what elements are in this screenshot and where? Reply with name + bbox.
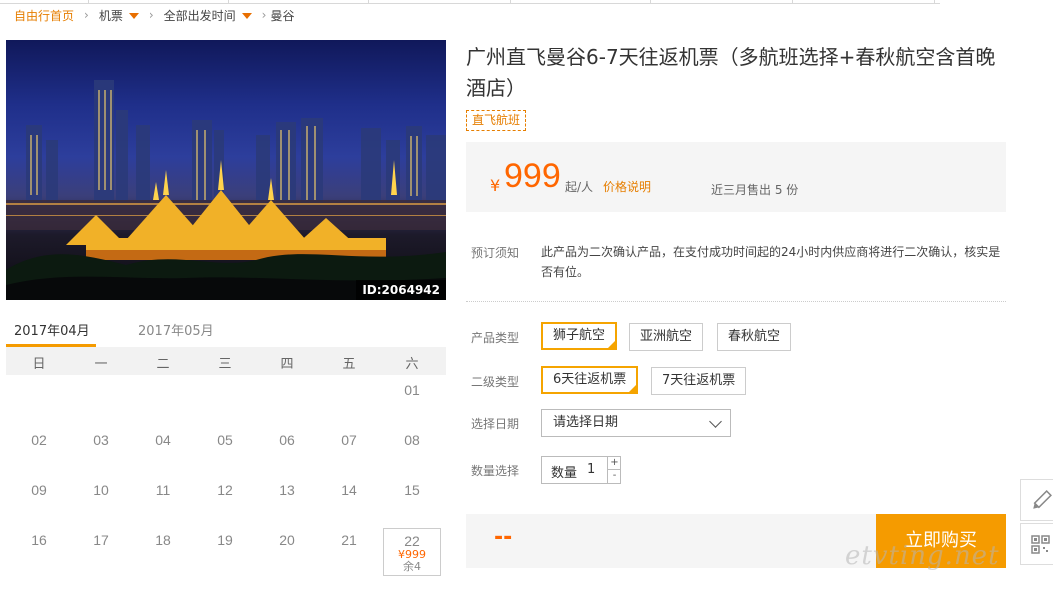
booking-notice-label: 预订须知 — [471, 246, 520, 260]
sales-count: 近三月售出 5 份 — [711, 183, 799, 197]
option-airasia[interactable]: 亚洲航空 — [629, 323, 704, 351]
direct-flight-tag: 直飞航班 — [466, 110, 527, 131]
chevron-right-icon: › — [148, 8, 154, 22]
weekday-thu: 四 — [280, 357, 294, 372]
product-hero-image: ID:2064942 — [6, 40, 446, 300]
calendar-day: 02 — [31, 432, 47, 448]
quantity-increase-button[interactable]: + — [607, 457, 621, 470]
price-box: ¥ 999 起/人 价格说明 近三月售出 5 份 — [466, 142, 1006, 212]
weekday-mon: 一 — [94, 357, 108, 372]
calendar-day: 07 — [341, 432, 357, 448]
breadcrumb: 自由行首页 › 机票 › 全部出发时间 › 曼谷 — [14, 7, 295, 23]
calendar-day: 15 — [404, 482, 420, 498]
breadcrumb-current: 曼谷 — [270, 8, 295, 23]
caret-down-icon[interactable] — [241, 13, 252, 19]
calendar-day: 04 — [155, 432, 171, 448]
breadcrumb-home[interactable]: 自由行首页 — [14, 7, 74, 24]
sub-type-label: 二级类型 — [471, 375, 520, 389]
product-title: 广州直飞曼谷6-7天往返机票（多航班选择+春秋航空含首晚酒店） — [466, 45, 996, 100]
currency-symbol: ¥ — [490, 176, 501, 195]
weekday-sun: 日 — [32, 357, 46, 372]
total-price: -- — [494, 525, 513, 550]
bangkok-night-skyline-image — [6, 80, 446, 300]
edit-icon — [1033, 490, 1052, 509]
quantity-value[interactable]: 1 — [587, 462, 595, 477]
qr-code-button[interactable] — [1020, 523, 1053, 565]
calendar-day-number: 22 — [404, 533, 420, 549]
calendar-day: 18 — [155, 532, 171, 548]
qr-code-icon — [1031, 535, 1050, 554]
calendar-day: 09 — [31, 482, 47, 498]
calendar-day-remaining: 余4 — [403, 560, 421, 573]
chevron-right-icon: › — [261, 8, 267, 22]
watermark: etvting.net — [845, 541, 1000, 571]
weekday-tue: 二 — [156, 357, 170, 372]
calendar-day: 17 — [93, 532, 109, 548]
calendar-day: 21 — [341, 532, 357, 548]
breadcrumb-departure-time[interactable]: 全部出发时间 — [164, 7, 236, 24]
calendar-day: 19 — [217, 532, 233, 548]
top-strip — [0, 0, 940, 4]
calendar-day: 01 — [404, 382, 420, 398]
calendar-day-available[interactable]: 22 ¥999 余4 — [383, 528, 441, 576]
product-type-label: 产品类型 — [471, 331, 520, 345]
price-unit: 起/人 — [565, 180, 594, 194]
calendar-day: 08 — [404, 432, 420, 448]
calendar-day: 03 — [93, 432, 109, 448]
calendar-tab-april[interactable]: 2017年04月 — [14, 320, 90, 339]
calendar-day: 12 — [217, 482, 233, 498]
calendar-day: 05 — [217, 432, 233, 448]
option-6-day-roundtrip[interactable]: 6天往返机票 — [541, 366, 639, 394]
price-value: 999 — [504, 157, 561, 195]
quantity-field-label: 数量 — [551, 466, 578, 481]
caret-down-icon[interactable] — [128, 13, 139, 19]
weekday-wed: 三 — [218, 357, 232, 372]
quantity-decrease-button[interactable]: - — [607, 470, 621, 483]
weekday-fri: 五 — [342, 357, 356, 372]
date-select-value: 请选择日期 — [553, 415, 619, 430]
quantity-stepper[interactable]: 数量 1 + - — [541, 456, 621, 484]
quantity-label: 数量选择 — [471, 464, 520, 478]
booking-notice-text: 此产品为二次确认产品，在支付成功时间起的24小时内供应商将进行二次确认，核实是否… — [541, 245, 1001, 279]
weekday-sat: 六 — [405, 357, 419, 372]
calendar-grid: 01 02 03 04 05 06 07 08 09 10 11 12 13 1… — [6, 375, 446, 589]
date-select[interactable]: 请选择日期 — [541, 409, 731, 437]
option-lion-air[interactable]: 狮子航空 — [541, 322, 618, 350]
divider — [466, 301, 1006, 302]
calendar-day: 06 — [279, 432, 295, 448]
calendar-day: 11 — [155, 482, 171, 498]
calendar-tab-may[interactable]: 2017年05月 — [138, 320, 214, 339]
calendar-weekday-header: 日 一 二 三 四 五 六 — [6, 347, 446, 375]
breadcrumb-flights[interactable]: 机票 — [99, 7, 123, 24]
option-7-day-roundtrip[interactable]: 7天往返机票 — [651, 367, 747, 395]
chevron-right-icon: › — [84, 8, 89, 22]
option-spring-airlines[interactable]: 春秋航空 — [717, 323, 792, 351]
calendar-day: 10 — [93, 482, 109, 498]
image-id-label: ID:2064942 — [356, 280, 446, 300]
chevron-down-icon — [709, 415, 722, 428]
date-label: 选择日期 — [471, 417, 520, 431]
price-note-link[interactable]: 价格说明 — [603, 178, 651, 195]
calendar-day: 14 — [341, 482, 357, 498]
calendar-day: 20 — [279, 532, 295, 548]
calendar-day: 13 — [279, 482, 295, 498]
edit-tool-button[interactable] — [1020, 479, 1053, 521]
calendar-day: 16 — [31, 532, 47, 548]
